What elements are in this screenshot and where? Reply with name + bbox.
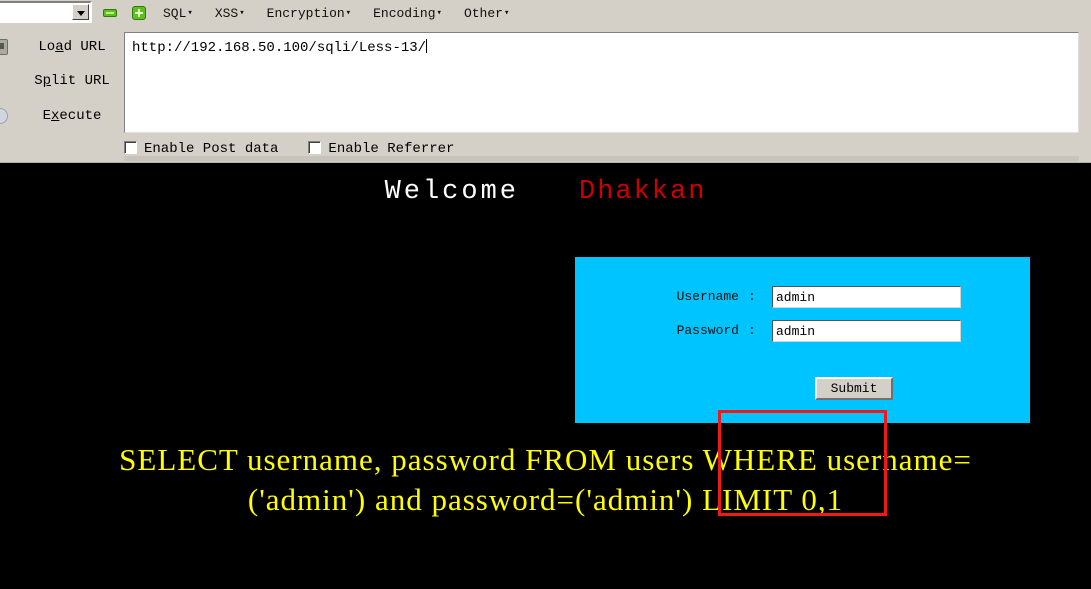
menu-other-label: Other bbox=[463, 6, 503, 21]
split-url-label-post: lit URL bbox=[51, 73, 110, 89]
menu-encryption-label: Encryption bbox=[266, 6, 345, 21]
submit-button[interactable]: Submit bbox=[815, 377, 893, 400]
enable-referrer-option[interactable]: Enable Referrer bbox=[308, 139, 454, 157]
sql-query-line-2: ('admin') and password=('admin') LIMIT 0… bbox=[247, 482, 844, 517]
menu-encoding-label: Encoding bbox=[373, 6, 436, 21]
execute-button[interactable]: Execute bbox=[22, 105, 122, 127]
chevron-down-icon: ▾ bbox=[503, 8, 510, 18]
split-url-accel: p bbox=[42, 73, 51, 89]
plus-icon[interactable] bbox=[132, 6, 146, 20]
chevron-down-icon: ▾ bbox=[187, 8, 193, 18]
hackbar-top-toolbar: NT SQL▾XSS▾Encryption▾Encoding▾Other▾ bbox=[0, 0, 1091, 26]
sql-query-output: SELECT username, password FROM users WHE… bbox=[0, 440, 1091, 520]
menu-sql[interactable]: SQL▾ bbox=[163, 6, 193, 21]
username-row: Username : admin bbox=[575, 286, 1030, 310]
web-page-content: Welcome Dhakkan Username : admin Password… bbox=[0, 163, 1091, 589]
login-form-panel: Username : admin Password : admin Submit bbox=[575, 257, 1030, 423]
charset-combo-box[interactable]: NT bbox=[0, 1, 92, 23]
load-url-icon bbox=[0, 39, 8, 55]
password-row: Password : admin bbox=[575, 320, 1030, 344]
password-input-value: admin bbox=[776, 324, 816, 339]
url-input[interactable]: http://192.168.50.100/sqli/Less-13/ bbox=[124, 32, 1079, 133]
menu-xss-label: XSS bbox=[214, 6, 239, 21]
menu-sql-label: SQL bbox=[163, 6, 187, 21]
execute-label-pre: E bbox=[42, 108, 51, 124]
welcome-greeting: Welcome bbox=[384, 177, 519, 207]
chevron-down-icon: ▾ bbox=[436, 8, 442, 18]
annotation-box-login-fields bbox=[718, 410, 887, 516]
enable-post-data-option[interactable]: Enable Post data bbox=[124, 139, 278, 157]
hackbar-toolbar-panel: NT SQL▾XSS▾Encryption▾Encoding▾Other▾ Lo… bbox=[0, 0, 1091, 163]
chevron-down-icon[interactable] bbox=[72, 4, 89, 20]
enable-post-data-label: Enable Post data bbox=[144, 141, 279, 157]
welcome-name: Dhakkan bbox=[579, 177, 707, 207]
submit-button-wrap: Submit bbox=[815, 377, 893, 400]
password-input[interactable]: admin bbox=[772, 320, 961, 342]
enable-post-data-checkbox[interactable] bbox=[124, 141, 137, 154]
load-url-label-post: d URL bbox=[63, 39, 106, 55]
enable-referrer-checkbox[interactable] bbox=[308, 141, 322, 154]
menu-other[interactable]: Other▾ bbox=[464, 6, 509, 21]
execute-icon bbox=[0, 108, 8, 124]
chevron-down-icon: ▾ bbox=[345, 8, 352, 18]
load-url-label-pre: Lo bbox=[38, 39, 56, 55]
username-colon: : bbox=[748, 289, 756, 304]
split-url-button[interactable]: Split URL bbox=[22, 70, 122, 92]
menu-encryption[interactable]: Encryption▾ bbox=[267, 6, 351, 21]
text-cursor bbox=[426, 39, 428, 53]
toolbar-divider bbox=[124, 156, 1079, 161]
load-url-accel: a bbox=[55, 39, 64, 55]
minus-icon[interactable] bbox=[103, 6, 117, 20]
url-input-value: http://192.168.50.100/sqli/Less-13/ bbox=[132, 39, 428, 56]
enable-referrer-label: Enable Referrer bbox=[328, 141, 455, 157]
sql-query-line-1: SELECT username, password FROM users WHE… bbox=[119, 442, 972, 477]
hackbar-action-buttons: Load URL Split URL Execute bbox=[0, 26, 124, 139]
username-input[interactable]: admin bbox=[772, 286, 961, 308]
menu-encoding[interactable]: Encoding▾ bbox=[373, 6, 442, 21]
execute-label-post: ecute bbox=[59, 108, 102, 124]
username-label: Username bbox=[676, 289, 739, 304]
welcome-heading: Welcome Dhakkan bbox=[0, 177, 1091, 207]
hackbar-menu-bar: SQL▾ XSS▾ Encryption▾ Encoding▾ Other▾ bbox=[163, 4, 531, 22]
username-input-value: admin bbox=[776, 290, 816, 305]
menu-xss[interactable]: XSS▾ bbox=[215, 6, 245, 21]
password-label: Password bbox=[676, 323, 739, 338]
load-url-button[interactable]: Load URL bbox=[22, 36, 122, 58]
password-colon: : bbox=[748, 323, 756, 338]
split-url-label-pre: S bbox=[34, 73, 43, 89]
chevron-down-icon: ▾ bbox=[239, 8, 245, 18]
